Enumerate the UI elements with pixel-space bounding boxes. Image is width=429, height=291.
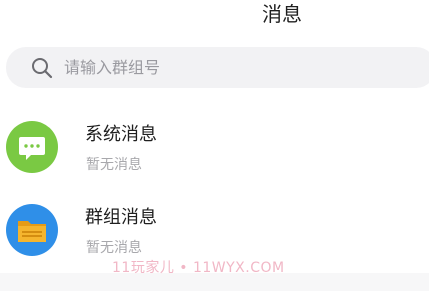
- conversation-title: 系统消息: [85, 124, 157, 145]
- watermark: 11玩家儿 • 11WYX.COM: [112, 260, 285, 276]
- conversation-item-system[interactable]: 系统消息 暂无消息: [0, 113, 429, 191]
- conversation-subtitle: 暂无消息: [86, 240, 142, 256]
- header: 消息: [0, 0, 429, 34]
- search-icon: [30, 56, 54, 80]
- chat-bubble-icon: [6, 121, 58, 173]
- page-title: 消息: [262, 2, 302, 26]
- folder-icon: [6, 204, 58, 256]
- search-input[interactable]: 请输入群组号: [64, 56, 160, 80]
- search-bar[interactable]: 请输入群组号: [6, 47, 429, 88]
- conversation-subtitle: 暂无消息: [86, 157, 142, 173]
- conversation-title: 群组消息: [85, 207, 157, 228]
- messages-screen: 消息 请输入群组号 系统消息 暂无消息 群组消息 暂无消息 11玩家儿 • 11…: [0, 0, 429, 291]
